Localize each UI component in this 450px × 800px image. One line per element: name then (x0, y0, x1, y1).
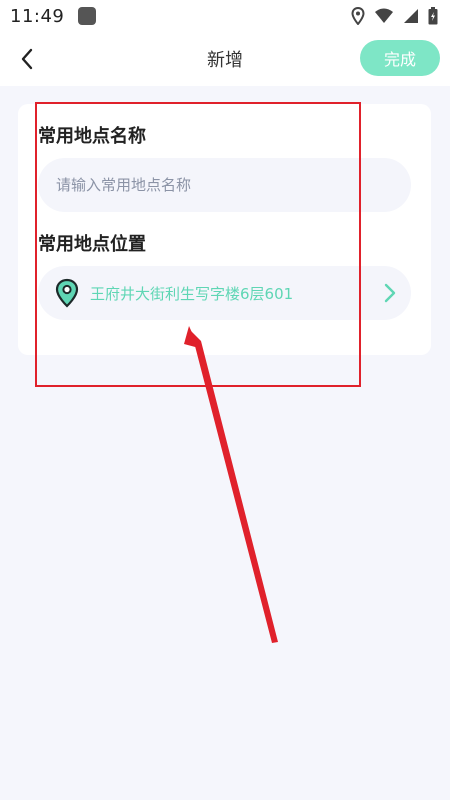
status-icons (351, 7, 438, 25)
battery-icon (428, 7, 438, 25)
wifi-icon (375, 8, 393, 23)
status-bar: 11:49 (0, 0, 450, 32)
screen: 11:49 新增 完成 常用地点名称 请输入常用地点名称 常用地点位置 王府井大… (0, 0, 450, 800)
signal-icon (404, 9, 418, 23)
top-bar: 新增 完成 (0, 32, 450, 86)
annotation-highlight-box (35, 102, 361, 387)
chevron-right-icon (384, 283, 396, 303)
location-icon (351, 7, 365, 25)
status-time: 11:49 (10, 5, 65, 27)
done-button[interactable]: 完成 (360, 40, 440, 76)
app-notification-icon (78, 7, 97, 25)
